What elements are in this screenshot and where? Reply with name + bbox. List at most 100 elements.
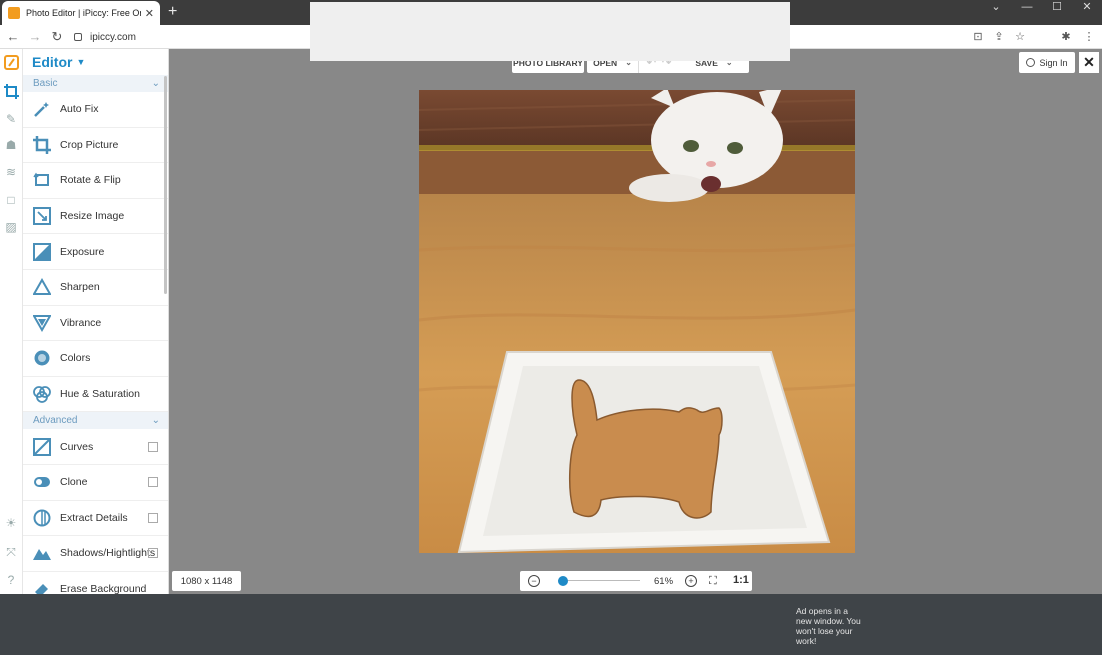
- tool-crop-picture[interactable]: Crop Picture: [23, 128, 168, 164]
- magic-wand-icon: [33, 100, 51, 118]
- tab-title: Photo Editor | iPiccy: Free Online: [26, 8, 141, 18]
- help-icon[interactable]: ?: [3, 572, 19, 588]
- tool-label: Erase Background: [60, 583, 147, 594]
- new-tab-button[interactable]: +: [168, 3, 177, 21]
- tool-sharpen[interactable]: Sharpen: [23, 270, 168, 306]
- browser-menu-icon[interactable]: ⋮: [1082, 30, 1096, 43]
- layers-icon[interactable]: ≋: [3, 164, 19, 180]
- editor-title: Editor: [32, 54, 73, 70]
- tips-bulb-icon[interactable]: ☀: [3, 515, 19, 531]
- tab-close-icon[interactable]: ✕: [145, 7, 154, 20]
- tool-erase-background[interactable]: Erase Background: [23, 572, 168, 594]
- tool-label: Vibrance: [60, 316, 102, 329]
- clone-icon: [33, 473, 51, 491]
- tool-label: Rotate & Flip: [60, 174, 121, 187]
- section-advanced-label: Advanced: [33, 415, 78, 427]
- external-editor-icon[interactable]: [148, 477, 158, 488]
- tab-search-icon[interactable]: ⌄: [981, 0, 1011, 14]
- textures-icon[interactable]: ▨: [3, 219, 19, 235]
- tool-rotate-flip[interactable]: Rotate & Flip: [23, 163, 168, 199]
- tool-resize-image[interactable]: Resize Image: [23, 199, 168, 235]
- zoom-in-icon[interactable]: +: [685, 575, 697, 587]
- actual-size-button[interactable]: 1:1: [733, 574, 749, 586]
- collapse-chevron-icon: ⌄: [151, 78, 160, 89]
- zoom-slider-track[interactable]: [558, 580, 640, 581]
- tool-label: Extract Details: [60, 511, 128, 524]
- curves-icon: [33, 437, 51, 456]
- external-editor-icon[interactable]: [148, 548, 158, 559]
- extract-icon: [33, 509, 51, 527]
- mountain-icon: [33, 544, 51, 562]
- zoom-percent: 61%: [654, 576, 674, 587]
- zoom-out-icon[interactable]: −: [528, 575, 540, 587]
- tool-label: Shadows/Hightlights: [60, 547, 156, 560]
- section-advanced[interactable]: Advanced ⌄: [23, 412, 168, 430]
- colors-icon: [33, 349, 51, 367]
- share-icon[interactable]: ⇪: [992, 30, 1006, 43]
- frames-icon[interactable]: □: [3, 192, 19, 208]
- photo-canvas[interactable]: [419, 90, 855, 553]
- external-editor-icon[interactable]: [148, 512, 158, 523]
- sign-in-button[interactable]: Sign In: [1019, 52, 1075, 73]
- ad-slot[interactable]: [310, 2, 790, 61]
- sidebar-scrollbar[interactable]: [164, 76, 167, 294]
- tool-label: Exposure: [60, 245, 105, 258]
- tool-label: Auto Fix: [60, 103, 99, 116]
- resize-icon: [33, 207, 51, 226]
- tool-shadows-highlights[interactable]: Shadows/Hightlights: [23, 536, 168, 572]
- user-icon: [1026, 58, 1036, 67]
- section-basic-label: Basic: [33, 78, 58, 89]
- extensions-icon[interactable]: ✱: [1059, 30, 1073, 43]
- section-basic[interactable]: Basic ⌄: [23, 75, 168, 92]
- external-editor-icon[interactable]: [148, 441, 158, 452]
- fit-to-screen-icon[interactable]: ⛶: [709, 575, 717, 588]
- crop-icon: [33, 135, 51, 154]
- exposure-icon: [33, 242, 51, 261]
- image-dimensions: 1080 x 1148: [172, 571, 241, 591]
- browser-tab[interactable]: Photo Editor | iPiccy: Free Online ✕: [2, 1, 160, 25]
- zoom-slider-thumb[interactable]: [557, 576, 568, 586]
- window-close-icon[interactable]: ✕: [1072, 0, 1102, 14]
- tool-extract-details[interactable]: Extract Details: [23, 501, 168, 537]
- tool-category-rail: ✎ ☗ ≋ □ ▨ ☀ ⤧ ?: [0, 49, 23, 594]
- vibrance-icon: [33, 314, 51, 332]
- tool-hue-saturation[interactable]: Hue & Saturation: [23, 377, 168, 413]
- back-icon[interactable]: ←: [2, 29, 24, 44]
- close-editor-icon[interactable]: ✕: [1079, 52, 1099, 73]
- tool-curves[interactable]: Curves: [23, 429, 168, 465]
- translate-icon[interactable]: ⊡: [971, 30, 985, 43]
- forward-icon[interactable]: →: [24, 29, 46, 44]
- url-text: ipiccy.com: [90, 31, 136, 43]
- tool-clone[interactable]: Clone: [23, 465, 168, 501]
- ad-note: Ad opens in a new window. You won't lose…: [796, 606, 861, 646]
- crop-category-icon[interactable]: [3, 83, 19, 99]
- tool-exposure[interactable]: Exposure: [23, 234, 168, 270]
- ad-bar: [0, 594, 1102, 655]
- ipiccy-favicon-icon: [8, 7, 20, 19]
- touchup-face-icon[interactable]: ☗: [3, 137, 19, 153]
- tool-label: Hue & Saturation: [60, 388, 140, 401]
- maximize-icon[interactable]: ☐: [1042, 0, 1072, 14]
- tool-label: Resize Image: [60, 210, 125, 223]
- tool-colors[interactable]: Colors: [23, 341, 168, 377]
- zoom-controls: − 61% + ⛶ 1:1: [520, 571, 752, 591]
- photo-image: [419, 90, 855, 553]
- tool-vibrance[interactable]: Vibrance: [23, 306, 168, 342]
- effects-wand-icon[interactable]: ✎: [3, 111, 19, 127]
- eraser-icon: [33, 580, 51, 594]
- editor-menu-header[interactable]: Editor ▼: [23, 49, 168, 75]
- tool-label: Crop Picture: [60, 138, 119, 151]
- chevron-down-icon: ▼: [76, 57, 86, 67]
- tool-auto-fix[interactable]: Auto Fix: [23, 92, 168, 128]
- reload-icon[interactable]: ↻: [46, 29, 68, 45]
- sign-in-label: Sign In: [1039, 57, 1068, 68]
- lock-icon: [74, 33, 82, 41]
- bookmark-star-icon[interactable]: ☆: [1013, 30, 1027, 43]
- ipiccy-logo-icon[interactable]: [3, 54, 19, 70]
- fullscreen-icon[interactable]: ⤧: [3, 544, 19, 560]
- editor-sidebar: Editor ▼ Basic ⌄ Auto Fix Crop Picture R…: [23, 49, 169, 594]
- rotate-icon: [33, 171, 51, 189]
- triangle-icon: [33, 278, 51, 296]
- hue-icon: [33, 385, 51, 403]
- minimize-icon[interactable]: —: [1012, 0, 1042, 14]
